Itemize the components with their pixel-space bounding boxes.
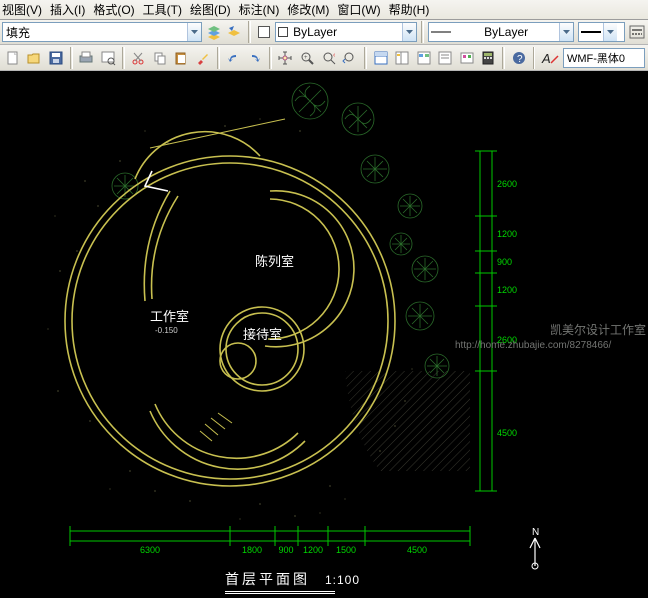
linetype-combo[interactable]: ByLayer xyxy=(275,22,417,42)
menu-dim[interactable]: 标注(N) xyxy=(239,1,280,18)
drawing-canvas[interactable]: 2600 1200 900 1200 2600 4500 6300 1800 9… xyxy=(0,71,648,598)
room-label-workroom: 工作室 xyxy=(150,306,189,325)
color-square-icon xyxy=(276,23,290,42)
svg-text:1800: 1800 xyxy=(242,545,262,555)
separator xyxy=(269,47,272,69)
menu-window[interactable]: 窗口(W) xyxy=(337,1,380,18)
font-combo[interactable]: WMF-黑体0 xyxy=(563,48,645,68)
color-swatch-icon[interactable] xyxy=(255,23,274,42)
cut-icon[interactable] xyxy=(129,48,149,68)
plotstyle-combo[interactable] xyxy=(578,22,625,42)
drawing-scale: 1:100 xyxy=(325,573,360,587)
svg-text:A: A xyxy=(541,51,551,66)
layer-combo[interactable]: 填充 xyxy=(2,22,202,42)
linetype-combo-value: ByLayer xyxy=(290,25,402,39)
watermark-line1: 凯美尔设计工作室 xyxy=(550,323,646,338)
chevron-down-icon[interactable] xyxy=(187,23,201,41)
separator xyxy=(122,47,125,69)
new-icon[interactable] xyxy=(3,48,23,68)
separator xyxy=(421,21,424,43)
copy-icon[interactable] xyxy=(150,48,170,68)
menu-bar: 视图(V) 插入(I) 格式(O) 工具(T) 绘图(D) 标注(N) 修改(M… xyxy=(0,0,648,20)
level-label: -0.150 xyxy=(155,326,178,335)
layer-manager-icon[interactable] xyxy=(204,23,223,42)
redo-icon[interactable] xyxy=(245,48,265,68)
separator xyxy=(502,47,505,69)
north-arrow-icon: N xyxy=(520,526,560,576)
menu-insert[interactable]: 插入(I) xyxy=(50,1,85,18)
menu-format[interactable]: 格式(O) xyxy=(93,1,134,18)
drawing-title: 首层平面图 1:100 xyxy=(225,569,360,594)
menu-help[interactable]: 帮助(H) xyxy=(389,1,430,18)
layer-combo-value: 填充 xyxy=(3,24,187,41)
separator xyxy=(364,47,367,69)
drawing-title-text: 首层平面图 xyxy=(225,571,310,587)
svg-text:+: + xyxy=(304,55,308,61)
design-center-icon[interactable] xyxy=(392,48,412,68)
separator xyxy=(533,47,536,69)
print-icon[interactable] xyxy=(77,48,97,68)
lineweight-combo-value: ByLayer xyxy=(453,25,560,39)
properties-icon[interactable] xyxy=(371,48,391,68)
sheet-set-icon[interactable] xyxy=(435,48,455,68)
separator xyxy=(248,21,251,43)
help-icon[interactable]: ? xyxy=(509,48,529,68)
zoom-previous-icon[interactable] xyxy=(340,48,360,68)
save-icon[interactable] xyxy=(46,48,66,68)
zoom-realtime-icon[interactable]: + xyxy=(297,48,317,68)
font-combo-value: WMF-黑体0 xyxy=(564,50,644,66)
standard-toolbar: + ‹ ? A WMF-黑体0 xyxy=(0,45,648,71)
svg-text:N: N xyxy=(532,527,539,538)
plot-preview-icon[interactable] xyxy=(98,48,118,68)
tool-palettes-icon[interactable] xyxy=(414,48,434,68)
layer-previous-icon[interactable] xyxy=(225,23,244,42)
undo-icon[interactable] xyxy=(224,48,244,68)
svg-text:4500: 4500 xyxy=(407,545,427,555)
watermark-line2: http://home.zhubajie.com/8278466/ xyxy=(455,338,646,353)
menu-draw[interactable]: 绘图(D) xyxy=(190,1,231,18)
pan-icon[interactable] xyxy=(276,48,296,68)
svg-text:6300: 6300 xyxy=(140,545,160,555)
lineweight-preview-icon xyxy=(579,25,603,39)
svg-text:1500: 1500 xyxy=(336,545,356,555)
markup-icon[interactable] xyxy=(457,48,477,68)
linetype-manager-icon[interactable] xyxy=(627,23,646,42)
menu-modify[interactable]: 修改(M) xyxy=(287,1,329,18)
properties-bar: 填充 ByLayer ByLayer xyxy=(0,20,648,45)
room-label-showroom: 陈列室 xyxy=(255,251,294,270)
separator xyxy=(217,47,220,69)
chevron-down-icon[interactable] xyxy=(603,23,617,41)
open-icon[interactable] xyxy=(25,48,45,68)
text-style-icon[interactable]: A xyxy=(539,48,560,68)
watermark: 凯美尔设计工作室 http://home.zhubajie.com/827846… xyxy=(550,323,646,353)
svg-text:900: 900 xyxy=(278,545,293,555)
linetype-preview-icon xyxy=(429,25,453,39)
paste-icon[interactable] xyxy=(172,48,192,68)
svg-text:?: ? xyxy=(517,54,523,65)
chevron-down-icon[interactable] xyxy=(559,23,573,41)
zoom-window-icon[interactable]: ‹ xyxy=(319,48,339,68)
svg-text:1200: 1200 xyxy=(303,545,323,555)
room-label-reception: 接待室 xyxy=(243,324,282,343)
lineweight-combo[interactable]: ByLayer xyxy=(428,22,575,42)
match-props-icon[interactable] xyxy=(193,48,213,68)
menu-tools[interactable]: 工具(T) xyxy=(143,1,182,18)
separator xyxy=(70,47,73,69)
svg-text:‹: ‹ xyxy=(333,52,336,59)
menu-view[interactable]: 视图(V) xyxy=(2,1,42,18)
calculator-icon[interactable] xyxy=(478,48,498,68)
chevron-down-icon[interactable] xyxy=(402,23,416,41)
